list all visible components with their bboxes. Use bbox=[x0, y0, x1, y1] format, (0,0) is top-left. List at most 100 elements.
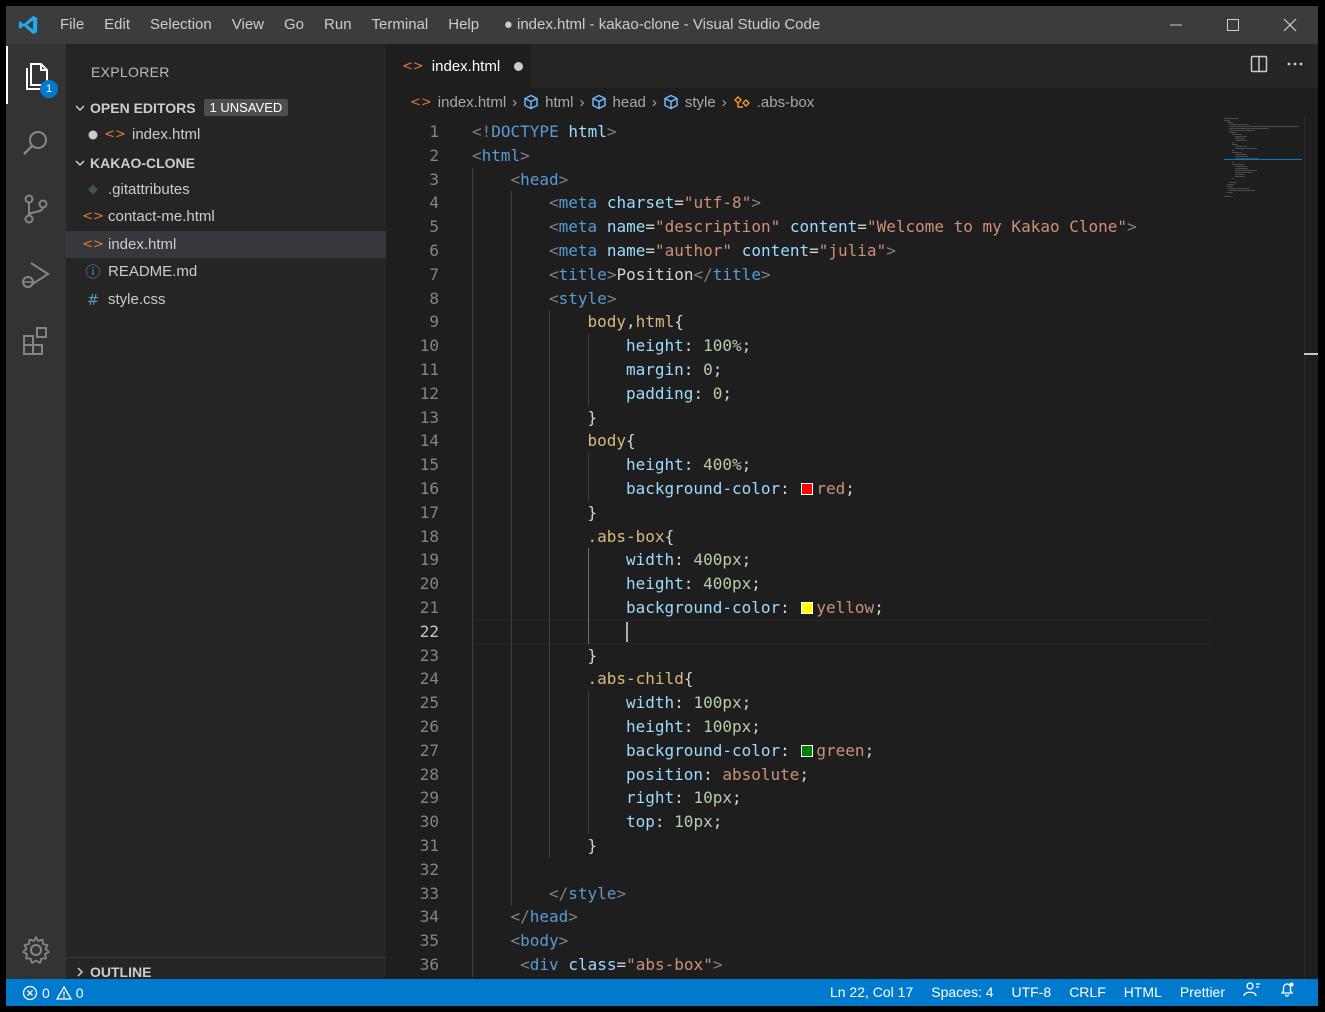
code-line[interactable]: 13} bbox=[386, 406, 1318, 430]
file-item-index[interactable]: <> index.html bbox=[66, 231, 386, 258]
code-line[interactable]: 19 width: 400px; bbox=[386, 548, 1318, 572]
maximize-button[interactable] bbox=[1204, 6, 1261, 44]
color-swatch[interactable] bbox=[801, 745, 814, 757]
color-swatch[interactable] bbox=[801, 483, 814, 495]
file-item-gitattributes[interactable]: ◆ .gitattributes bbox=[66, 176, 386, 203]
code-line[interactable]: 26 height: 100px; bbox=[386, 715, 1318, 739]
code-line[interactable]: 2 <html> bbox=[386, 144, 1318, 168]
code-line[interactable]: 18 .abs-box{ bbox=[386, 525, 1318, 549]
code-line[interactable]: 33 </style> bbox=[386, 882, 1318, 906]
activity-run-debug[interactable] bbox=[6, 246, 66, 304]
activity-search[interactable] bbox=[6, 114, 66, 172]
code-line[interactable]: 6 <meta name="author" content="julia"> bbox=[386, 239, 1318, 263]
code-line[interactable]: 35 <body> bbox=[386, 929, 1318, 953]
code-line[interactable]: 5 <meta name="description" content="Welco… bbox=[386, 215, 1318, 239]
code-line[interactable]: 4 <meta charset="utf-8"> bbox=[386, 191, 1318, 215]
maximize-icon bbox=[1226, 19, 1239, 31]
code-line[interactable]: 29 right: 10px; bbox=[386, 786, 1318, 810]
open-editors-header[interactable]: OPEN EDITORS 1 UNSAVED bbox=[66, 94, 386, 121]
code-line[interactable]: 23} bbox=[386, 644, 1318, 668]
code-line[interactable]: 27 background-color: green; bbox=[386, 739, 1318, 763]
code-line[interactable]: 15 height: 400%; bbox=[386, 453, 1318, 477]
code-token: ; bbox=[751, 717, 761, 736]
indent-guide bbox=[510, 834, 512, 858]
file-item-contact-me[interactable]: <> contact-me.html bbox=[66, 203, 386, 230]
menu-run[interactable]: Run bbox=[314, 6, 362, 44]
code-line[interactable]: 3 <head> bbox=[386, 168, 1318, 192]
code-line[interactable]: 1 <!DOCTYPE html> bbox=[386, 120, 1318, 144]
code-line[interactable]: 11 margin: 0; bbox=[386, 358, 1318, 382]
code-token: < bbox=[549, 193, 559, 212]
tab-index-html[interactable]: <> index.html bbox=[386, 44, 531, 88]
code-line[interactable]: 7 <title>Position</title> bbox=[386, 263, 1318, 287]
indent-guide bbox=[549, 548, 550, 572]
breadcrumb-item-head[interactable]: head bbox=[613, 94, 646, 111]
scrollbar-cursor-marker bbox=[1304, 353, 1318, 355]
code-line[interactable]: 8 <style> bbox=[386, 287, 1318, 311]
minimize-button[interactable] bbox=[1147, 6, 1204, 44]
line-ending[interactable]: CRLF bbox=[1060, 979, 1115, 1006]
code-line[interactable]: 12 padding: 0; bbox=[386, 382, 1318, 406]
code-line[interactable]: 24 .abs-child{ bbox=[386, 667, 1318, 691]
indent-guide bbox=[472, 429, 473, 453]
code-line[interactable]: 25 width: 100px; bbox=[386, 691, 1318, 715]
code-line[interactable]: 16 background-color: red; bbox=[386, 477, 1318, 501]
menu-help[interactable]: Help bbox=[438, 6, 489, 44]
open-editor-item[interactable]: <> index.html bbox=[66, 121, 386, 148]
code-line[interactable]: 22 bbox=[386, 620, 1318, 644]
breadcrumb-item-style[interactable]: style bbox=[685, 94, 716, 111]
indent-guide bbox=[472, 763, 473, 787]
file-item-readme[interactable]: ⓘ README.md bbox=[66, 258, 386, 285]
prettier-status[interactable]: Prettier bbox=[1171, 979, 1234, 1006]
split-editor-button[interactable] bbox=[1250, 55, 1268, 78]
file-item-style-css[interactable]: # style.css bbox=[66, 286, 386, 313]
indentation[interactable]: Spaces: 4 bbox=[922, 979, 1002, 1006]
code-line[interactable]: 10 height: 100%; bbox=[386, 334, 1318, 358]
activity-explorer[interactable]: 1 bbox=[6, 46, 66, 104]
code-token: width bbox=[626, 693, 675, 712]
code-line[interactable]: 20 height: 400px; bbox=[386, 572, 1318, 596]
close-window-button[interactable] bbox=[1261, 6, 1318, 44]
project-header[interactable]: KAKAO-CLONE bbox=[66, 149, 386, 176]
activity-extensions[interactable] bbox=[6, 312, 66, 370]
activity-source-control[interactable] bbox=[6, 180, 66, 238]
bell-icon bbox=[1280, 982, 1294, 997]
problems-indicator[interactable]: 0 0 bbox=[22, 979, 84, 1006]
code-editor[interactable]: 1 <!DOCTYPE html> 2 <html> 3 <head> 4 <meta cha… bbox=[386, 120, 1318, 980]
code-line[interactable]: 28 position: absolute; bbox=[386, 763, 1318, 787]
code-line[interactable]: 36 <div class="abs-box"> bbox=[386, 953, 1318, 977]
code-line[interactable]: 17} bbox=[386, 501, 1318, 525]
feedback-button[interactable] bbox=[1234, 979, 1270, 1006]
code-line[interactable]: 14 body{ bbox=[386, 429, 1318, 453]
menu-edit[interactable]: Edit bbox=[94, 6, 140, 44]
language-mode[interactable]: HTML bbox=[1115, 979, 1171, 1006]
code-line[interactable]: 34 </head> bbox=[386, 905, 1318, 929]
code-text: height: 400px; bbox=[626, 572, 761, 596]
unsaved-dot-icon[interactable] bbox=[514, 61, 524, 71]
menu-view[interactable]: View bbox=[222, 6, 274, 44]
menu-terminal[interactable]: Terminal bbox=[362, 6, 439, 44]
code-token: 100px bbox=[703, 717, 752, 736]
code-token: ; bbox=[741, 550, 752, 569]
cursor-position[interactable]: Ln 22, Col 17 bbox=[821, 979, 922, 1006]
code-line[interactable]: 31} bbox=[386, 834, 1318, 858]
code-line[interactable]: 21 background-color: yellow; bbox=[386, 596, 1318, 620]
notifications-button[interactable] bbox=[1270, 979, 1304, 1006]
code-line[interactable]: 9 body,html{ bbox=[386, 310, 1318, 334]
more-actions-button[interactable] bbox=[1286, 55, 1304, 78]
menu-go[interactable]: Go bbox=[274, 6, 314, 44]
menu-selection[interactable]: Selection bbox=[140, 6, 222, 44]
breadcrumb-item-abs-box[interactable]: .abs-box bbox=[757, 94, 815, 111]
code-text: width: 100px; bbox=[626, 691, 751, 715]
activity-manage[interactable] bbox=[6, 921, 66, 979]
vertical-scrollbar[interactable] bbox=[1304, 116, 1318, 979]
unsaved-dot-icon[interactable] bbox=[66, 130, 98, 140]
code-line[interactable]: 32 bbox=[386, 858, 1318, 882]
color-swatch[interactable] bbox=[801, 602, 814, 614]
encoding[interactable]: UTF-8 bbox=[1003, 979, 1061, 1006]
minimap[interactable] bbox=[1224, 116, 1302, 206]
breadcrumb-item-file[interactable]: index.html bbox=[438, 94, 506, 111]
menu-file[interactable]: File bbox=[50, 6, 94, 44]
code-line[interactable]: 30 top: 10px; bbox=[386, 810, 1318, 834]
breadcrumb-item-html[interactable]: html bbox=[545, 94, 573, 111]
